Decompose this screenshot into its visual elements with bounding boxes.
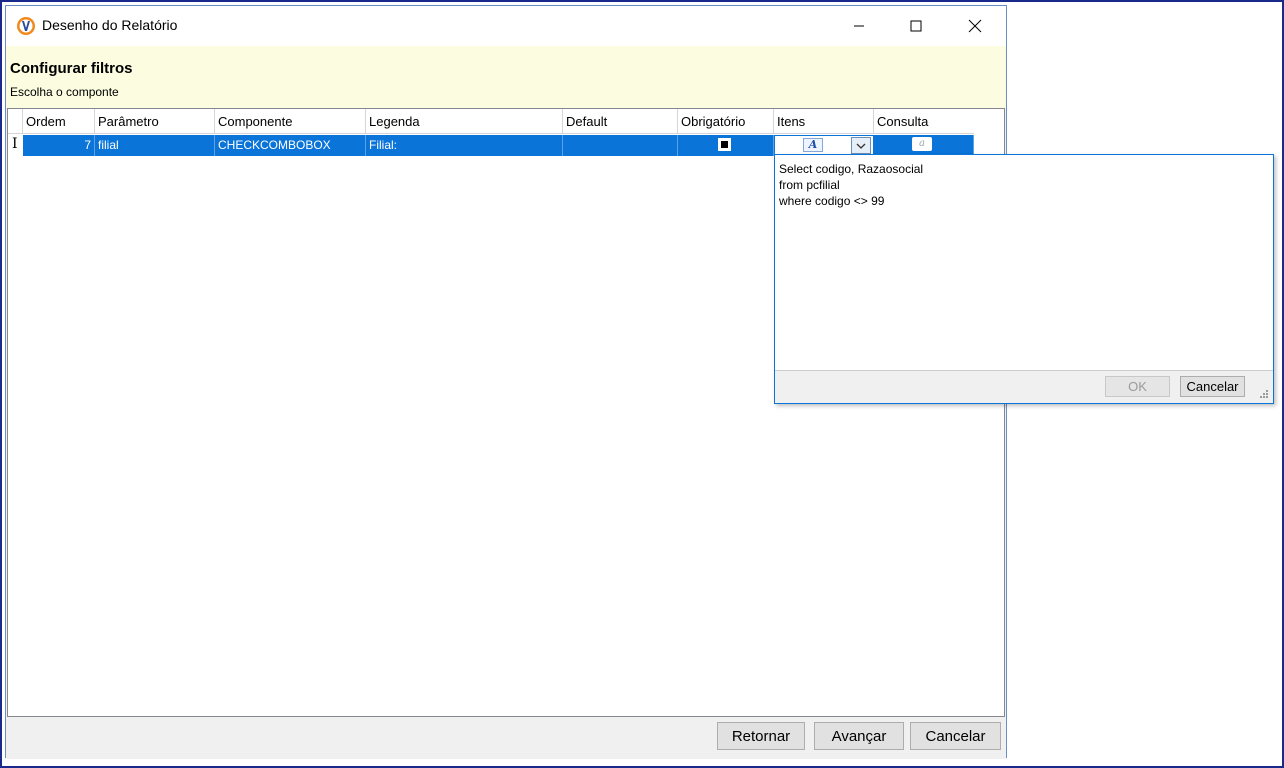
app-logo-icon xyxy=(17,17,35,35)
column-header-ordem[interactable]: Ordem xyxy=(23,109,95,134)
page-subtitle: Escolha o componte xyxy=(10,85,119,99)
minimize-button[interactable] xyxy=(836,6,882,46)
row-indicator: I xyxy=(12,136,18,152)
column-header-componente[interactable]: Componente xyxy=(215,109,366,134)
maximize-button[interactable] xyxy=(893,6,939,46)
memo-text-icon: A xyxy=(803,138,823,152)
consulta-icon[interactable]: a xyxy=(912,137,932,151)
popup-ok-button[interactable]: OK xyxy=(1105,376,1170,397)
column-header-default[interactable]: Default xyxy=(563,109,678,134)
column-header-itens[interactable]: Itens xyxy=(774,109,874,134)
itens-dropdown-button[interactable] xyxy=(851,137,871,154)
column-header-parametro[interactable]: Parâmetro xyxy=(95,109,215,134)
cancelar-button[interactable]: Cancelar xyxy=(910,722,1001,750)
grid-header: Ordem Parâmetro Componente Legenda Defau… xyxy=(8,109,1004,134)
retornar-button[interactable]: Retornar xyxy=(717,722,805,750)
column-header-legenda[interactable]: Legenda xyxy=(366,109,563,134)
obrigatorio-checkbox[interactable] xyxy=(718,138,731,151)
cell-componente[interactable]: CHECKCOMBOBOX xyxy=(215,135,366,156)
popup-footer: OK Cancelar xyxy=(775,370,1273,403)
close-icon xyxy=(968,19,982,33)
cell-ordem[interactable]: 7 xyxy=(23,135,95,156)
cell-consulta[interactable]: a xyxy=(874,135,974,156)
cell-parametro[interactable]: filial xyxy=(95,135,215,156)
sql-query-textarea[interactable]: Select codigo, Razaosocial from pcfilial… xyxy=(779,161,923,209)
window-title: Desenho do Relatório xyxy=(42,17,178,33)
cell-itens[interactable]: A xyxy=(774,135,874,156)
close-button[interactable] xyxy=(952,6,998,46)
popup-cancel-button[interactable]: Cancelar xyxy=(1180,376,1245,397)
avancar-button[interactable]: Avançar xyxy=(814,722,904,750)
footer-bar: Retornar Avançar Cancelar xyxy=(6,717,1006,759)
cell-obrigatorio[interactable] xyxy=(678,135,774,156)
resize-grip-icon[interactable] xyxy=(1259,389,1269,399)
table-row[interactable]: I 7 filial CHECKCOMBOBOX Filial: A a xyxy=(8,134,1004,156)
cell-default[interactable] xyxy=(563,135,678,156)
chevron-down-icon xyxy=(856,143,866,149)
itens-memo-popup: Select codigo, Razaosocial from pcfilial… xyxy=(774,154,1274,404)
cell-legenda[interactable]: Filial: xyxy=(366,135,563,156)
header-panel: Configurar filtros Escolha o componte xyxy=(6,46,1006,108)
column-header-consulta[interactable]: Consulta xyxy=(874,109,974,134)
page-title: Configurar filtros xyxy=(10,60,133,77)
maximize-icon xyxy=(910,20,922,32)
indicator-column-header xyxy=(8,109,23,134)
column-header-obrigatorio[interactable]: Obrigatório xyxy=(678,109,774,134)
minimize-icon xyxy=(854,25,864,27)
title-bar[interactable]: Desenho do Relatório xyxy=(6,6,1006,46)
